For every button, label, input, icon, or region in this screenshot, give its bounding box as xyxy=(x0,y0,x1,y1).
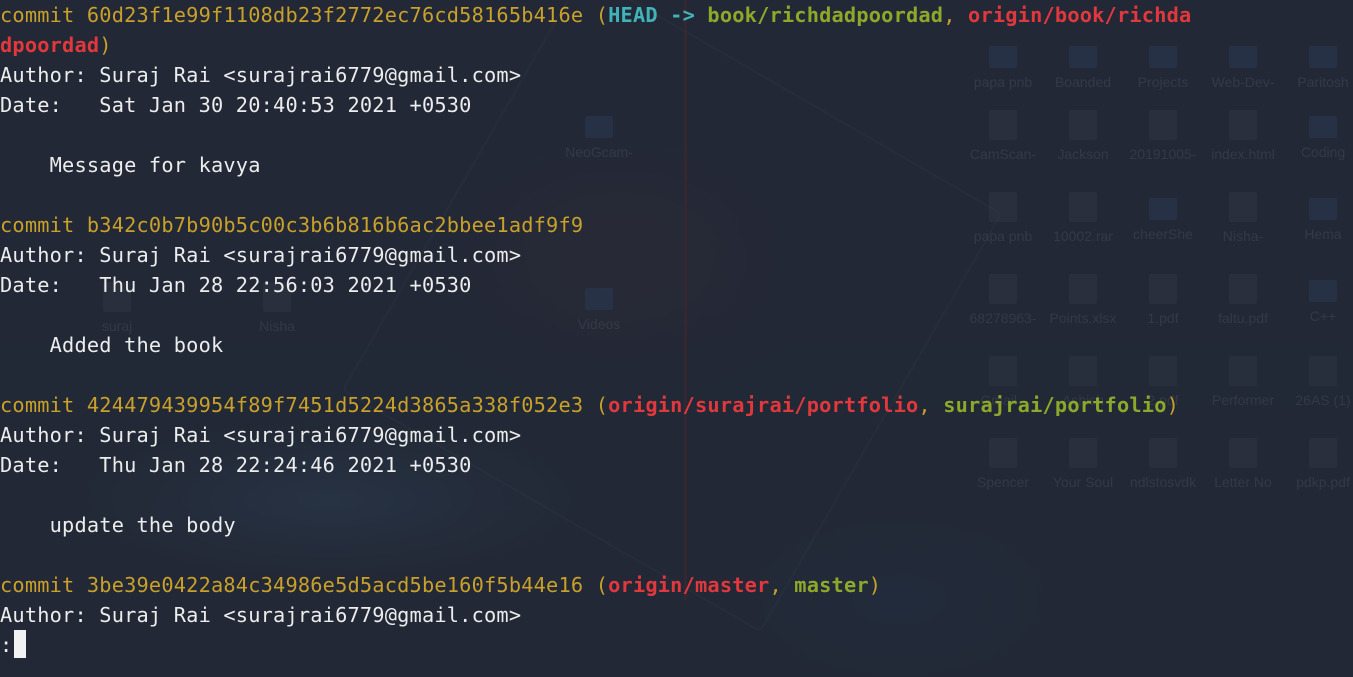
pager-prompt-colon: : xyxy=(0,633,13,657)
commit-message: Added the book xyxy=(0,333,224,357)
commit-hash: commit 60d23f1e99f1108db23f2772ec76cd581… xyxy=(0,3,584,27)
ref-remote-branch: origin/master xyxy=(608,573,770,597)
date-line: Date: Thu Jan 28 22:24:46 2021 +0530 xyxy=(0,453,472,477)
commit-hash: commit 424479439954f89f7451d5224d3865a33… xyxy=(0,393,584,417)
ref-remote-branch: origin/book/richda xyxy=(968,3,1192,27)
ref-paren-close: ) xyxy=(1166,393,1180,417)
commit-line: commit 3be39e0422a84c34986e5d5acd5be160f… xyxy=(0,570,881,600)
terminal-window[interactable]: commit 60d23f1e99f1108db23f2772ec76cd581… xyxy=(0,0,1353,677)
commit-line: commit 424479439954f89f7451d5224d3865a33… xyxy=(0,390,1179,420)
commit-message: Message for kavya xyxy=(0,153,261,177)
ref-head: HEAD -> xyxy=(608,3,708,27)
ref-local-branch: surajrai/portfolio xyxy=(943,393,1167,417)
ref-separator: , xyxy=(918,393,944,417)
commit-hash: commit 3be39e0422a84c34986e5d5acd5be160f… xyxy=(0,573,584,597)
ref-separator: , xyxy=(769,573,795,597)
text-cursor xyxy=(14,630,27,658)
commit-hash: commit b342c0b7b90b5c00c3b6b816b6ac2bbee… xyxy=(0,213,584,237)
pager-prompt[interactable]: : xyxy=(0,630,27,660)
author-line: Author: Suraj Rai <surajrai6779@gmail.co… xyxy=(0,423,522,447)
ref-remote-branch: origin/surajrai/portfolio xyxy=(608,393,919,417)
author-line: Author: Suraj Rai <surajrai6779@gmail.co… xyxy=(0,243,522,267)
ref-remote-branch-wrap: dpoordad xyxy=(0,33,100,57)
ref-paren-close: ) xyxy=(868,573,882,597)
ref-paren-open: ( xyxy=(583,573,609,597)
ref-paren-open: ( xyxy=(583,3,609,27)
author-line: Author: Suraj Rai <surajrai6779@gmail.co… xyxy=(0,603,522,627)
ref-local-branch: master xyxy=(794,573,869,597)
ref-paren-close: ) xyxy=(99,33,112,57)
commit-line: commit 60d23f1e99f1108db23f2772ec76cd581… xyxy=(0,0,1191,30)
commit-line-wrap: dpoordad) xyxy=(0,30,112,60)
ref-separator: , xyxy=(943,3,969,27)
date-line: Date: Thu Jan 28 22:56:03 2021 +0530 xyxy=(0,273,472,297)
ref-local-branch: book/richdadpoordad xyxy=(707,3,944,27)
commit-message: update the body xyxy=(0,513,236,537)
date-line: Date: Sat Jan 30 20:40:53 2021 +0530 xyxy=(0,93,472,117)
author-line: Author: Suraj Rai <surajrai6779@gmail.co… xyxy=(0,63,522,87)
ref-paren-open: ( xyxy=(583,393,609,417)
